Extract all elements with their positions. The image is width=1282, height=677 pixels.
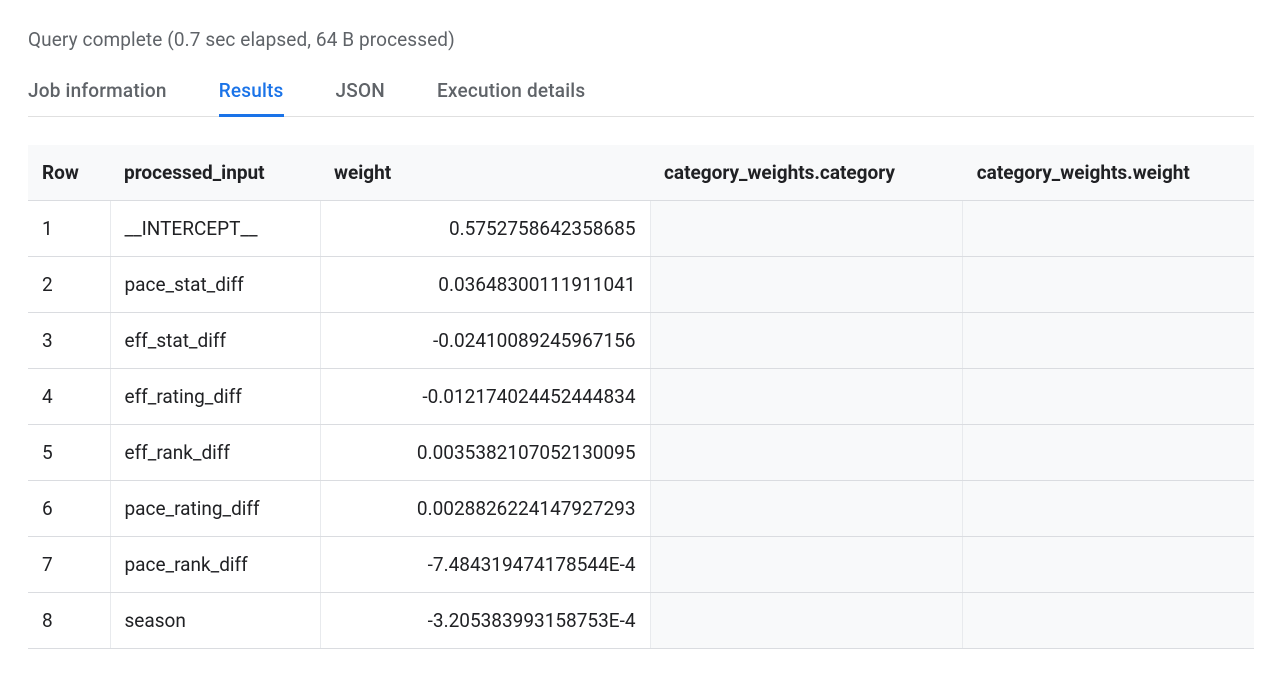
results-table: Row processed_input weight category_weig…: [28, 145, 1254, 649]
cell-weight: 0.03648300111911041: [320, 257, 650, 313]
col-row: Row: [28, 145, 110, 201]
cell-category-weights-category: [650, 257, 963, 313]
col-processed-input: processed_input: [110, 145, 320, 201]
cell-category-weights-weight: [963, 537, 1254, 593]
cell-processed-input: eff_rating_diff: [110, 369, 320, 425]
cell-category-weights-weight: [963, 481, 1254, 537]
cell-row-index: 2: [28, 257, 110, 313]
col-category-weights-category: category_weights.category: [650, 145, 963, 201]
cell-processed-input: pace_rank_diff: [110, 537, 320, 593]
cell-processed-input: season: [110, 593, 320, 649]
cell-weight: -7.484319474178544E-4: [320, 537, 650, 593]
cell-weight: 0.5752758642358685: [320, 201, 650, 257]
cell-processed-input: pace_stat_diff: [110, 257, 320, 313]
cell-category-weights-weight: [963, 425, 1254, 481]
table-row: 4eff_rating_diff-0.012174024452444834: [28, 369, 1254, 425]
cell-row-index: 3: [28, 313, 110, 369]
query-status: Query complete (0.7 sec elapsed, 64 B pr…: [28, 28, 1254, 51]
cell-category-weights-category: [650, 481, 963, 537]
table-row: 7pace_rank_diff-7.484319474178544E-4: [28, 537, 1254, 593]
table-header-row: Row processed_input weight category_weig…: [28, 145, 1254, 201]
cell-weight: -0.012174024452444834: [320, 369, 650, 425]
tab-json[interactable]: JSON: [336, 73, 385, 116]
cell-processed-input: pace_rating_diff: [110, 481, 320, 537]
cell-category-weights-category: [650, 313, 963, 369]
cell-processed-input: eff_rank_diff: [110, 425, 320, 481]
cell-weight: -3.205383993158753E-4: [320, 593, 650, 649]
col-category-weights-weight: category_weights.weight: [963, 145, 1254, 201]
table-row: 8season-3.205383993158753E-4: [28, 593, 1254, 649]
result-tabs: Job information Results JSON Execution d…: [28, 73, 1254, 117]
cell-processed-input: eff_stat_diff: [110, 313, 320, 369]
cell-row-index: 6: [28, 481, 110, 537]
cell-weight: 0.0028826224147927293: [320, 481, 650, 537]
tab-results[interactable]: Results: [219, 73, 284, 116]
col-weight: weight: [320, 145, 650, 201]
cell-category-weights-weight: [963, 313, 1254, 369]
table-row: 6pace_rating_diff0.0028826224147927293: [28, 481, 1254, 537]
cell-row-index: 4: [28, 369, 110, 425]
cell-row-index: 1: [28, 201, 110, 257]
cell-row-index: 7: [28, 537, 110, 593]
cell-category-weights-weight: [963, 369, 1254, 425]
cell-category-weights-weight: [963, 257, 1254, 313]
cell-weight: 0.0035382107052130095: [320, 425, 650, 481]
table-row: 2pace_stat_diff0.03648300111911041: [28, 257, 1254, 313]
cell-category-weights-weight: [963, 593, 1254, 649]
table-row: 5eff_rank_diff0.0035382107052130095: [28, 425, 1254, 481]
cell-category-weights-category: [650, 369, 963, 425]
cell-processed-input: __INTERCEPT__: [110, 201, 320, 257]
cell-category-weights-category: [650, 425, 963, 481]
cell-category-weights-weight: [963, 201, 1254, 257]
cell-category-weights-category: [650, 593, 963, 649]
cell-category-weights-category: [650, 201, 963, 257]
cell-row-index: 8: [28, 593, 110, 649]
cell-category-weights-category: [650, 537, 963, 593]
tab-job-information[interactable]: Job information: [28, 73, 167, 116]
cell-row-index: 5: [28, 425, 110, 481]
cell-weight: -0.02410089245967156: [320, 313, 650, 369]
table-row: 1__INTERCEPT__0.5752758642358685: [28, 201, 1254, 257]
tab-execution-details[interactable]: Execution details: [437, 73, 585, 116]
table-row: 3eff_stat_diff-0.02410089245967156: [28, 313, 1254, 369]
